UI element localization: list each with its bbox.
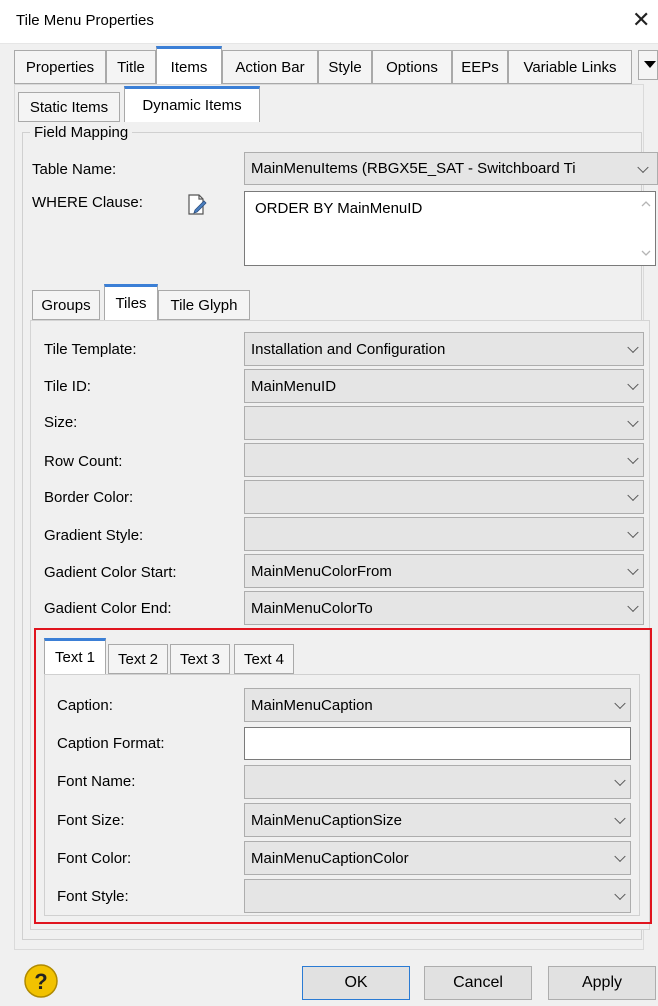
- edit-document-icon[interactable]: [186, 193, 208, 217]
- gradient-color-start-select[interactable]: MainMenuColorFrom: [244, 554, 644, 588]
- scroll-down-icon[interactable]: [641, 250, 651, 257]
- tab-text-4[interactable]: Text 4: [234, 644, 294, 674]
- chevron-down-icon: [627, 600, 639, 613]
- font-name-label: Font Name:: [57, 773, 136, 790]
- tile-template-select[interactable]: Installation and Configuration: [244, 332, 644, 366]
- font-name-select[interactable]: [244, 765, 631, 799]
- gradient-style-label: Gradient Style:: [44, 527, 144, 544]
- size-select[interactable]: [244, 406, 644, 440]
- gradient-color-start-value: MainMenuColorFrom: [251, 562, 392, 580]
- font-style-label: Font Style:: [57, 888, 129, 905]
- chevron-down-icon: [627, 526, 639, 539]
- ok-button[interactable]: OK: [302, 966, 410, 1000]
- chevron-down-icon: [627, 415, 639, 428]
- tab-properties[interactable]: Properties: [14, 50, 106, 84]
- font-size-select[interactable]: MainMenuCaptionSize: [244, 803, 631, 837]
- tile-id-value: MainMenuID: [251, 377, 337, 395]
- where-clause-value: ORDER BY MainMenuID: [255, 200, 423, 217]
- help-icon[interactable]: ?: [22, 962, 60, 1000]
- where-clause-textarea[interactable]: ORDER BY MainMenuID: [244, 191, 656, 266]
- tab-title[interactable]: Title: [106, 50, 156, 84]
- tab-variable-links[interactable]: Variable Links: [508, 50, 632, 84]
- tile-template-label: Tile Template:: [44, 341, 137, 358]
- table-name-select[interactable]: MainMenuItems (RBGX5E_SAT - Switchboard …: [244, 152, 658, 185]
- chevron-down-icon: [627, 378, 639, 391]
- gradient-style-select[interactable]: [244, 517, 644, 551]
- caption-format-label: Caption Format:: [57, 735, 165, 752]
- border-color-select[interactable]: [244, 480, 644, 514]
- size-label: Size:: [44, 414, 78, 431]
- gradient-color-end-label: Gadient Color End:: [44, 600, 172, 617]
- close-icon[interactable]: ✕: [632, 8, 650, 32]
- tab-text-3[interactable]: Text 3: [170, 644, 230, 674]
- where-clause-label: WHERE Clause:: [32, 194, 143, 211]
- row-count-label: Row Count:: [44, 453, 123, 470]
- tab-groups[interactable]: Groups: [32, 290, 100, 320]
- chevron-down-icon: [627, 489, 639, 502]
- table-name-value: MainMenuItems (RBGX5E_SAT - Switchboard …: [251, 160, 576, 177]
- tab-action-bar[interactable]: Action Bar: [222, 50, 318, 84]
- row-count-select[interactable]: [244, 443, 644, 477]
- chevron-down-icon: [627, 563, 639, 576]
- font-color-value: MainMenuCaptionColor: [251, 849, 409, 867]
- font-style-select[interactable]: [244, 879, 631, 913]
- tile-template-value: Installation and Configuration: [251, 340, 446, 358]
- border-color-label: Border Color:: [44, 489, 134, 506]
- triangle-down-icon: [644, 61, 656, 68]
- chevron-down-icon: [627, 341, 639, 354]
- gradient-color-end-select[interactable]: MainMenuColorTo: [244, 591, 644, 625]
- gradient-color-end-value: MainMenuColorTo: [251, 599, 373, 617]
- chevron-down-icon: [627, 452, 639, 465]
- chevron-down-icon: [614, 850, 626, 863]
- tab-tiles[interactable]: Tiles: [104, 284, 158, 320]
- table-name-label: Table Name:: [32, 161, 117, 178]
- chevron-down-icon: [614, 812, 626, 825]
- tab-eeps[interactable]: EEPs: [452, 50, 508, 84]
- caption-select[interactable]: MainMenuCaption: [244, 688, 631, 722]
- cancel-button[interactable]: Cancel: [424, 966, 532, 1000]
- chevron-down-icon: [614, 697, 626, 710]
- tile-id-label: Tile ID:: [44, 378, 91, 395]
- scroll-up-icon[interactable]: [641, 200, 651, 207]
- window-title: Tile Menu Properties: [16, 12, 154, 29]
- caption-label: Caption:: [57, 697, 113, 714]
- caption-value: MainMenuCaption: [251, 696, 373, 714]
- tab-text-1[interactable]: Text 1: [44, 638, 106, 674]
- chevron-down-icon: [614, 774, 626, 787]
- title-bar: Tile Menu Properties ✕: [0, 0, 658, 44]
- tab-items[interactable]: Items: [156, 46, 222, 85]
- gradient-color-start-label: Gadient Color Start:: [44, 564, 177, 581]
- tab-tile-glyph[interactable]: Tile Glyph: [158, 290, 250, 320]
- font-color-select[interactable]: MainMenuCaptionColor: [244, 841, 631, 875]
- tab-static-items[interactable]: Static Items: [18, 92, 120, 122]
- chevron-down-icon: [614, 888, 626, 901]
- font-size-label: Font Size:: [57, 812, 125, 829]
- tab-scroll-button[interactable]: [638, 50, 658, 80]
- tab-style[interactable]: Style: [318, 50, 372, 84]
- apply-button[interactable]: Apply: [548, 966, 656, 1000]
- font-size-value: MainMenuCaptionSize: [251, 811, 402, 829]
- tile-id-select[interactable]: MainMenuID: [244, 369, 644, 403]
- field-mapping-heading: Field Mapping: [30, 124, 133, 141]
- tab-dynamic-items[interactable]: Dynamic Items: [124, 86, 260, 122]
- where-clause-scrollbar[interactable]: [637, 192, 655, 265]
- chevron-down-icon: [637, 161, 649, 173]
- caption-format-input[interactable]: [244, 727, 631, 760]
- font-color-label: Font Color:: [57, 850, 132, 867]
- svg-text:?: ?: [34, 969, 47, 994]
- tab-options[interactable]: Options: [372, 50, 452, 84]
- tab-text-2[interactable]: Text 2: [108, 644, 168, 674]
